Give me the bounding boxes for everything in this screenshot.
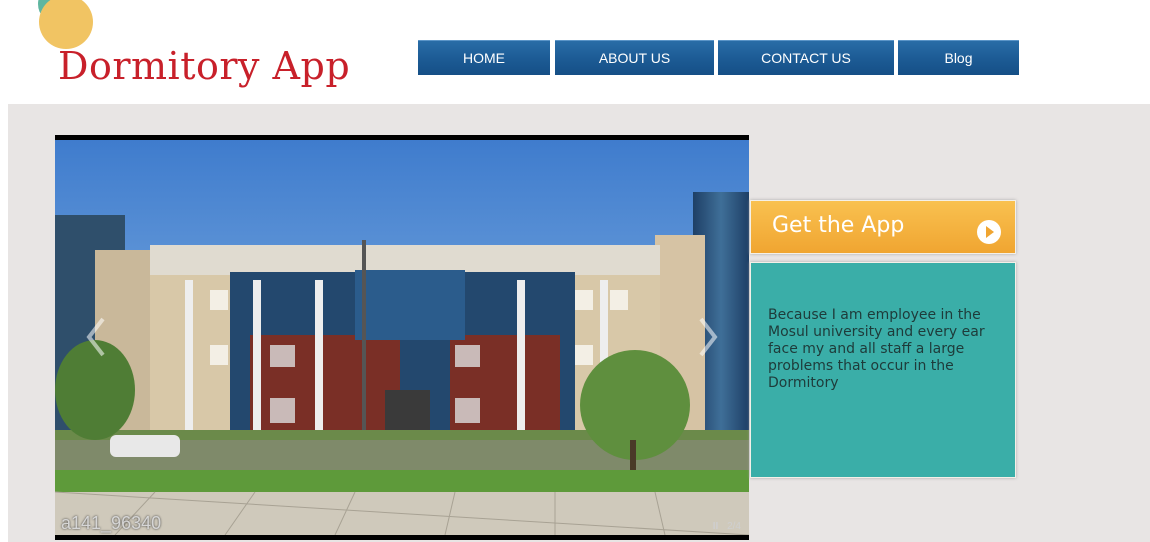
logo-title[interactable]: Dormitory App: [58, 44, 350, 88]
get-the-app-button[interactable]: Get the App: [750, 200, 1016, 254]
nav-contact-us[interactable]: CONTACT US: [718, 40, 894, 75]
site-header: Dormitory App HOME ABOUT US CONTACT US B…: [0, 0, 1150, 104]
slide-counter: 2/4: [727, 521, 741, 532]
image-slider[interactable]: a141_96340 II 2/4: [55, 135, 749, 540]
main-content: a141_96340 II 2/4 Get the App Because I …: [8, 104, 1150, 542]
slide-image-university-building: [55, 140, 749, 535]
nav-blog[interactable]: Blog: [898, 40, 1019, 75]
info-box: Because I am employee in the Mosul unive…: [750, 262, 1016, 478]
slide-caption: a141_96340: [61, 513, 162, 533]
nav-home[interactable]: HOME: [418, 40, 550, 75]
slider-prev-arrow-icon[interactable]: [85, 315, 107, 359]
get-the-app-label: Get the App: [772, 213, 905, 238]
pause-icon[interactable]: II: [713, 521, 719, 532]
nav-about-us[interactable]: ABOUT US: [555, 40, 714, 75]
info-description: Because I am employee in the Mosul unive…: [768, 307, 985, 391]
slider-next-arrow-icon[interactable]: [697, 315, 719, 359]
play-circle-icon: [977, 220, 1001, 244]
slide-controls: II 2/4: [713, 521, 741, 532]
